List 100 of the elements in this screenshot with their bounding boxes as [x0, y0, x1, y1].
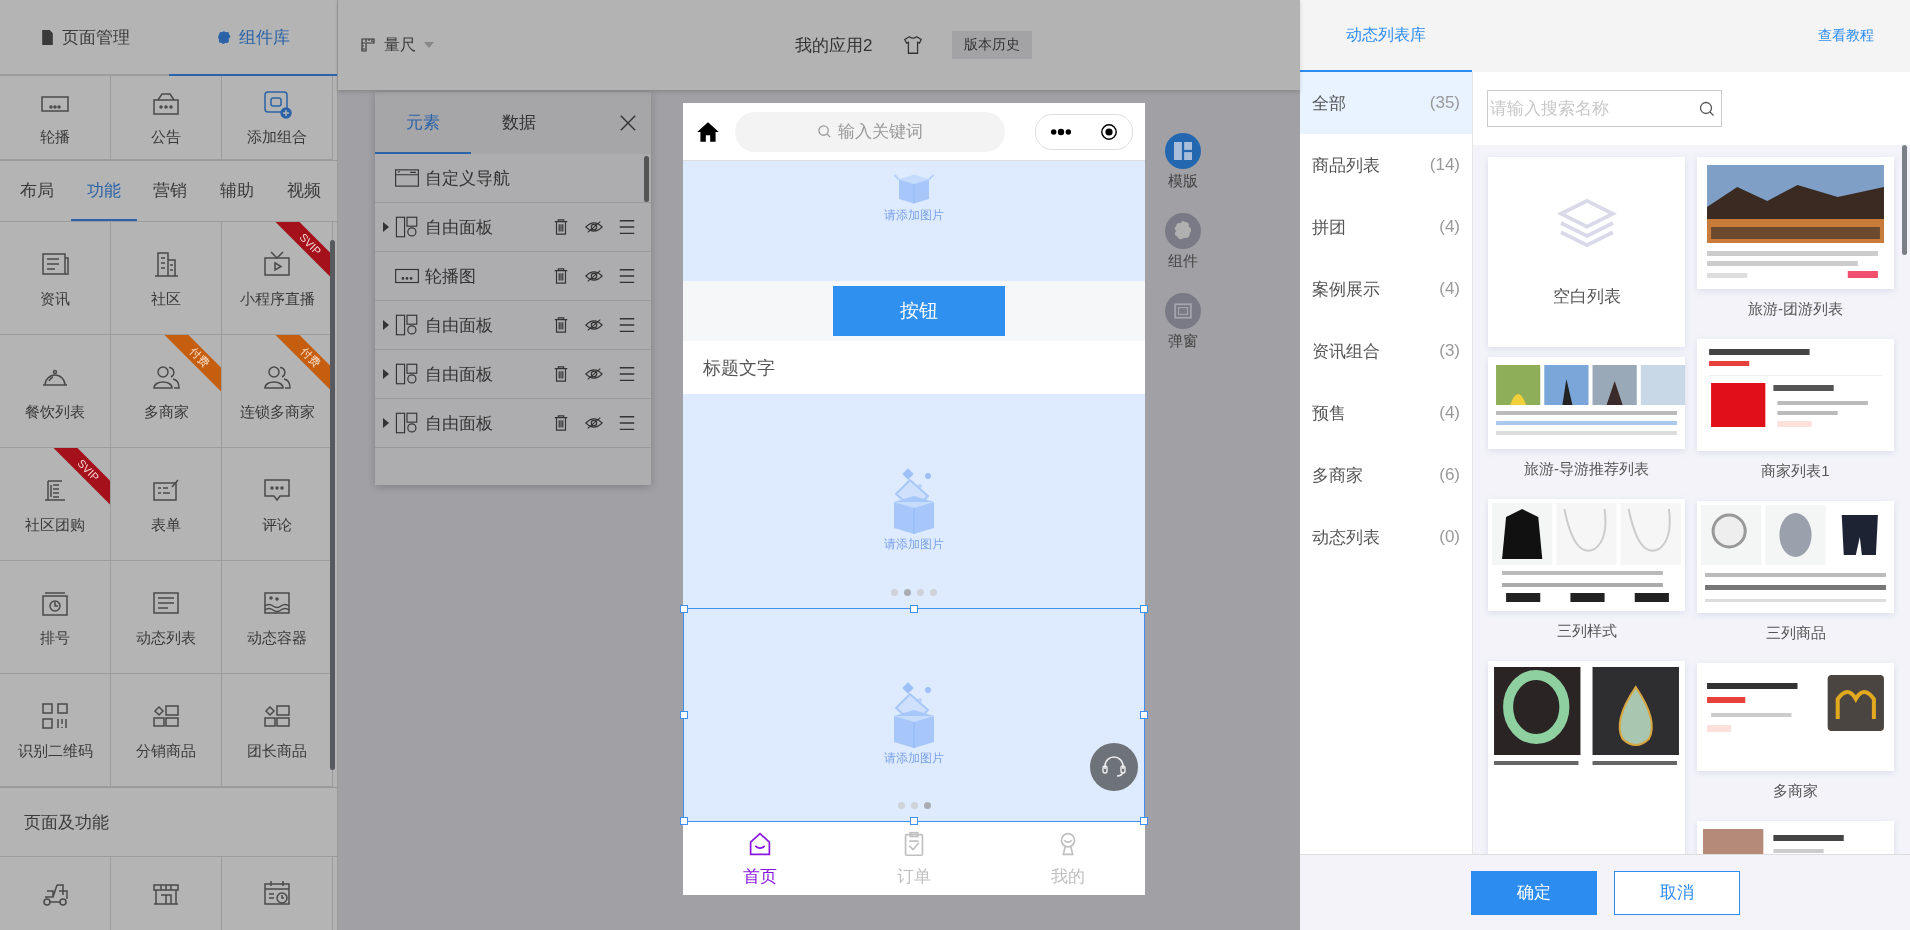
category-tab[interactable]: 功能 [70, 161, 138, 221]
category-item[interactable]: 动态列表 (0) [1300, 506, 1472, 568]
eye-off-icon[interactable] [585, 267, 603, 285]
expand-arrow-icon[interactable] [383, 418, 389, 428]
resize-handle[interactable] [1140, 817, 1148, 825]
category-tab[interactable]: 辅助 [203, 161, 271, 221]
component-tile[interactable]: 分销商品 [111, 674, 222, 787]
headset-icon[interactable] [1090, 743, 1138, 791]
tutorial-link[interactable]: 查看教程 [1818, 27, 1874, 45]
component-tile[interactable]: 餐饮列表 [0, 335, 111, 448]
template-card[interactable]: 空白列表 [1488, 157, 1685, 347]
category-item[interactable]: 案例展示 (4) [1300, 258, 1472, 320]
resize-handle[interactable] [680, 605, 688, 613]
menu-icon[interactable] [618, 316, 636, 334]
eye-off-icon[interactable] [585, 365, 603, 383]
category-tab[interactable]: 视频 [270, 161, 337, 221]
scrollbar[interactable] [1902, 145, 1907, 255]
category-item[interactable]: 预售 (4) [1300, 382, 1472, 444]
pager-dot[interactable] [910, 802, 918, 809]
panel-tab[interactable]: 数据 [471, 92, 567, 154]
component-tile[interactable]: 社区 [111, 222, 222, 335]
puzzle-icon [215, 28, 233, 46]
trash-icon[interactable] [552, 414, 570, 432]
ruler-dropdown[interactable]: 量尺 [384, 34, 434, 56]
component-tile[interactable]: 公告 [111, 76, 222, 160]
component-tile[interactable]: 识别二维码 [0, 674, 111, 787]
app-title: 我的应用2 [795, 34, 873, 57]
pager-dot[interactable] [891, 589, 898, 596]
menu-icon[interactable] [618, 414, 636, 432]
category-item[interactable]: 商品列表 (14) [1300, 134, 1472, 196]
component-tile[interactable]: 添加组合 [222, 76, 333, 160]
component-tile[interactable]: 多商家 付费 [111, 335, 222, 448]
eye-off-icon[interactable] [585, 316, 603, 334]
component-tile[interactable]: 排号 [0, 561, 111, 674]
target-icon[interactable] [1100, 122, 1118, 141]
side-tool[interactable]: 模版 [1165, 133, 1201, 191]
layers-icon [1556, 196, 1617, 249]
layout-icon [1165, 133, 1201, 169]
scrollbar[interactable] [330, 240, 335, 770]
pager-dot[interactable] [930, 589, 937, 596]
resize-handle[interactable] [910, 817, 918, 825]
resize-handle[interactable] [680, 711, 688, 719]
trash-icon[interactable] [552, 218, 570, 236]
cancel-button[interactable]: 取消 [1614, 870, 1740, 915]
trash-icon[interactable] [552, 316, 570, 334]
layer-row[interactable]: 自由面板 [375, 350, 651, 399]
layer-row[interactable]: 自由面板 [375, 301, 651, 350]
scrollbar[interactable] [644, 156, 649, 202]
layer-row[interactable]: 自由面板 [375, 399, 651, 448]
puzzle-icon [1165, 213, 1201, 249]
category-item[interactable]: 拼团 (4) [1300, 196, 1472, 258]
pager-dot[interactable] [923, 802, 931, 809]
placeholder-caption: 请添加图片 [884, 749, 944, 767]
expand-arrow-icon[interactable] [383, 222, 389, 232]
layer-row[interactable]: 自由面板 [375, 203, 651, 252]
expand-arrow-icon[interactable] [383, 320, 389, 330]
component-tile[interactable]: 轮播 [0, 76, 111, 160]
tab-bar-item[interactable]: 首页 [683, 822, 837, 895]
expand-arrow-icon[interactable] [383, 369, 389, 379]
component-tile[interactable]: 资讯 [0, 222, 111, 335]
search-icon [817, 124, 832, 139]
version-history-tag[interactable]: 版本历史 [952, 31, 1033, 59]
panel-icon [394, 361, 420, 387]
pager-dot[interactable] [917, 589, 924, 596]
component-tile[interactable]: 表单 [111, 448, 222, 561]
eye-off-icon[interactable] [585, 218, 603, 236]
menu-icon[interactable] [618, 218, 636, 236]
shirt-icon[interactable] [902, 34, 925, 56]
resize-handle[interactable] [680, 817, 688, 825]
resize-handle[interactable] [1140, 711, 1148, 719]
eye-off-icon[interactable] [585, 414, 603, 432]
pager-dot[interactable] [904, 589, 911, 596]
category-tab[interactable]: 布局 [4, 161, 71, 221]
category-tab[interactable]: 营销 [137, 161, 204, 221]
panel-icon [394, 214, 420, 240]
component-tile[interactable]: 动态列表 [111, 561, 222, 674]
confirm-button[interactable]: 确定 [1471, 870, 1597, 915]
panel-tab[interactable]: 页面管理 [0, 0, 169, 76]
trash-icon[interactable] [552, 267, 570, 285]
add-group-icon [261, 88, 293, 120]
phone-button[interactable]: 按钮 [833, 286, 1005, 336]
category-item[interactable]: 全部 (35) [1300, 72, 1472, 134]
menu-icon[interactable] [618, 267, 636, 285]
category-item[interactable]: 资讯组合 (3) [1300, 320, 1472, 382]
category-item[interactable]: 多商家 (6) [1300, 444, 1472, 506]
capsule-menu[interactable] [1035, 113, 1133, 150]
layer-row[interactable]: 轮播图 [375, 252, 651, 301]
close-icon[interactable] [619, 114, 637, 132]
template-name: 旅游-团游列表 [1747, 298, 1844, 319]
search-icon[interactable] [1699, 100, 1715, 117]
resize-handle[interactable] [1140, 605, 1148, 613]
resize-handle[interactable] [910, 605, 918, 613]
side-tool[interactable]: 弹窗 [1165, 293, 1201, 351]
trash-icon[interactable] [552, 365, 570, 383]
template-name: 旅游-导游推荐列表 [1523, 458, 1650, 479]
more-icon[interactable] [1050, 127, 1072, 136]
menu-icon[interactable] [618, 365, 636, 383]
panel-icon [394, 410, 420, 436]
side-tool[interactable]: 组件 [1165, 213, 1201, 271]
pager-dot[interactable] [897, 802, 905, 809]
